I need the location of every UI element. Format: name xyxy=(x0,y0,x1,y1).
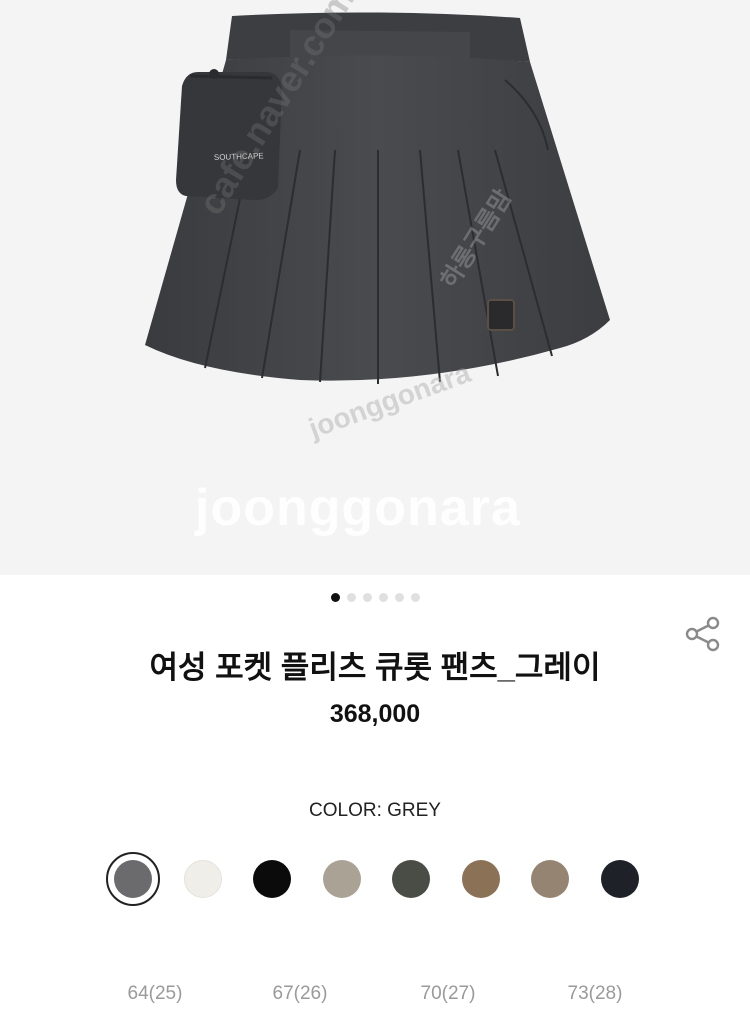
size-option[interactable]: 73(28) xyxy=(550,983,640,1005)
color-swatch-ivory[interactable] xyxy=(183,860,222,898)
color-swatch-taupe[interactable] xyxy=(531,860,569,898)
product-image-gallery[interactable]: SOUTHCAPE cafe.naver.com/joonggonara 하롱구… xyxy=(0,0,750,575)
pagination-dot[interactable] xyxy=(378,593,388,602)
color-swatch-dark-green[interactable] xyxy=(392,860,430,898)
gallery-pagination xyxy=(0,593,750,602)
pagination-dot[interactable] xyxy=(410,593,420,602)
pagination-dot[interactable] xyxy=(394,593,404,602)
color-swatch-brown[interactable] xyxy=(461,860,500,898)
color-swatch-beige[interactable] xyxy=(322,860,361,898)
size-option[interactable]: 64(25) xyxy=(110,983,200,1005)
color-label: COLOR: GREY xyxy=(309,800,441,821)
brand-tag: SOUTHCAPE xyxy=(214,151,264,162)
size-option[interactable]: 70(27) xyxy=(403,983,493,1005)
pagination-dot[interactable] xyxy=(362,593,372,602)
product-image: SOUTHCAPE xyxy=(145,12,610,384)
product-price: 368,000 xyxy=(329,700,421,728)
color-swatch-black[interactable] xyxy=(253,860,291,898)
color-swatch-grey[interactable] xyxy=(114,860,152,898)
pagination-dot[interactable] xyxy=(330,593,340,602)
color-swatch-navy[interactable] xyxy=(600,860,639,898)
product-title: 여성 포켓 플리츠 큐롯 팬츠_그레이 xyxy=(149,650,601,685)
size-option[interactable]: 67(26) xyxy=(255,983,345,1005)
pagination-dot[interactable] xyxy=(346,593,356,602)
